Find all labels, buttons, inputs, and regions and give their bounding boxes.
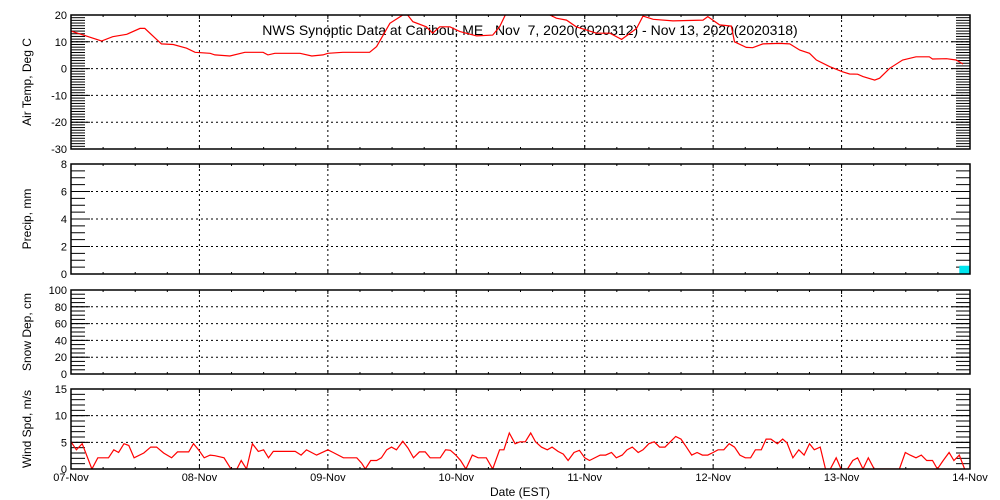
x-tick-label: 11-Nov <box>567 472 602 484</box>
precip-bar <box>959 265 970 274</box>
y-tick-label: -20 <box>51 117 67 129</box>
x-tick-label: 08-Nov <box>182 472 218 484</box>
y-tick-label: 0 <box>61 64 67 76</box>
y-axis-label: Precip, mm <box>20 189 34 250</box>
x-tick-label: 12-Nov <box>695 472 731 484</box>
chart-figure: NWS Synoptic Data at Caribou, ME Nov 7, … <box>0 0 1000 500</box>
y-tick-label: 10 <box>55 411 67 423</box>
x-axis-label: Date (EST) <box>490 485 550 499</box>
y-tick-label: 6 <box>61 187 67 199</box>
y-tick-label: 4 <box>61 214 67 226</box>
y-axis-label: Snow Dep, cm <box>20 293 34 371</box>
y-tick-label: 20 <box>55 10 67 22</box>
y-tick-label: 10 <box>55 37 67 49</box>
synoptic-chart: NWS Synoptic Data at Caribou, ME Nov 7, … <box>20 10 988 499</box>
panel-3: 0 20 40 60 80 100 Snow Dep, cm <box>20 285 971 381</box>
panel-2: 0 2 4 6 8 Precip, mm <box>20 159 971 281</box>
y-axis-label: Air Temp, Deg C <box>20 38 34 126</box>
panel-1: -30 -20 -10 0 10 20 Air Temp, Deg C <box>20 10 971 156</box>
y-tick-label: 60 <box>55 319 67 331</box>
y-tick-label: 8 <box>61 159 67 171</box>
panel-frame <box>70 163 971 275</box>
panel-frame <box>70 289 971 375</box>
series-line-air-temp <box>71 15 964 81</box>
y-axis-label: Wind Spd, m/s <box>20 390 34 468</box>
y-tick-label: 80 <box>55 302 67 314</box>
series-line-wind-speed <box>71 431 966 469</box>
y-tick-label: 2 <box>61 242 67 254</box>
y-tick-label: 0 <box>61 269 67 281</box>
y-tick-label: 20 <box>55 352 67 364</box>
x-tick-label: 07-Nov <box>53 472 89 484</box>
x-tick-label: 13-Nov <box>824 472 860 484</box>
y-tick-label: -30 <box>51 144 67 156</box>
y-tick-label: 0 <box>61 369 67 381</box>
y-tick-label: 5 <box>61 437 67 449</box>
y-tick-label: 40 <box>55 335 67 347</box>
chart-title: NWS Synoptic Data at Caribou, ME Nov 7, … <box>262 22 797 38</box>
panel-4: 051015Wind Spd, m/s07-Nov 08-Nov 09-Nov 10-… <box>20 384 988 484</box>
x-tick-label: 14-Nov <box>952 472 988 484</box>
x-tick-label: 10-Nov <box>439 472 475 484</box>
y-tick-label: -10 <box>51 90 67 102</box>
x-tick-label: 09-Nov <box>310 472 346 484</box>
y-tick-label: 100 <box>49 285 67 297</box>
y-tick-label: 15 <box>55 384 67 396</box>
